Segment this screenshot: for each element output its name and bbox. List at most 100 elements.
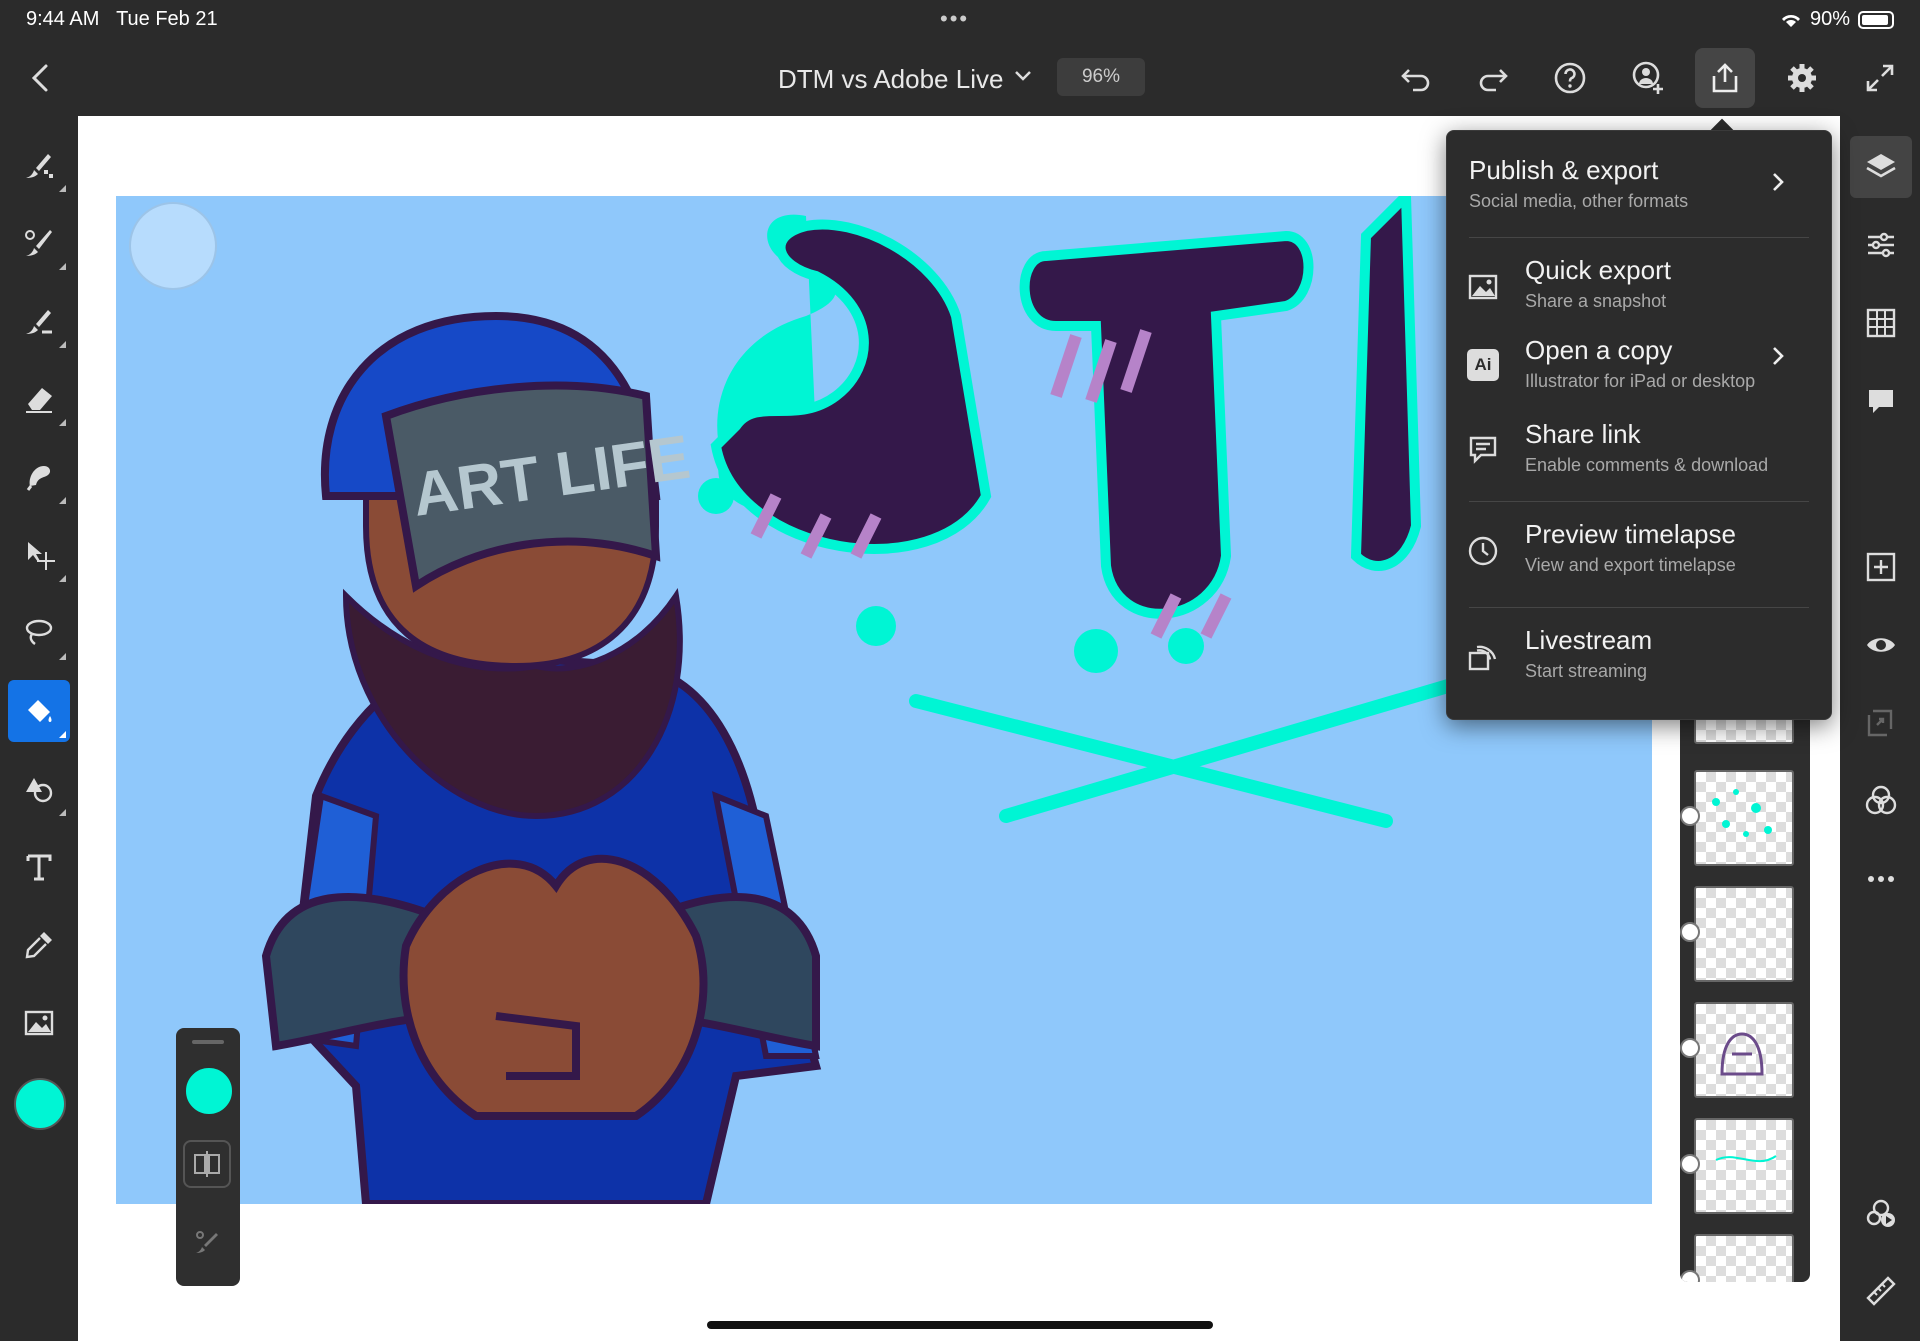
layers-button[interactable] xyxy=(1850,136,1912,198)
battery-icon xyxy=(1858,10,1894,29)
artboard[interactable]: ART LIFE xyxy=(116,196,1652,1204)
layer-preview xyxy=(1715,1155,1777,1163)
eraser-tool[interactable] xyxy=(8,368,70,430)
move-icon xyxy=(28,542,55,570)
add-layer-button[interactable] xyxy=(1850,536,1912,598)
type-tool[interactable] xyxy=(8,836,70,898)
layers-panel xyxy=(1680,700,1810,1282)
learn-icon xyxy=(1866,1199,1895,1227)
live-brush-tool[interactable] xyxy=(8,212,70,274)
menu-item-share-link[interactable]: Share link Enable comments & download xyxy=(1447,419,1831,485)
shapes-icon xyxy=(26,778,53,803)
menu-item-quick-export[interactable]: Quick export Share a snapshot xyxy=(1447,255,1831,321)
vector-brush-icon xyxy=(26,310,52,334)
gear-icon xyxy=(1788,64,1816,92)
compare-button[interactable] xyxy=(183,1140,231,1188)
share-export-button[interactable] xyxy=(1695,48,1755,108)
menu-item-open-a-copy[interactable]: Ai Open a copy Illustrator for iPad or d… xyxy=(1447,335,1831,401)
lasso-icon xyxy=(25,619,53,645)
ruler-icon xyxy=(1866,1276,1896,1306)
clip-icon xyxy=(1867,709,1893,737)
crossed-pencils xyxy=(909,659,1523,828)
layer-thumbnail[interactable] xyxy=(1694,770,1794,866)
fullscreen-button[interactable] xyxy=(1850,48,1910,108)
comment-icon xyxy=(1869,390,1893,413)
touch-shortcut-panel xyxy=(176,1028,240,1286)
layer-thumbnail[interactable] xyxy=(1694,1002,1794,1098)
brush-settings-icon xyxy=(196,1231,218,1253)
redo-icon xyxy=(1479,69,1508,92)
properties-button[interactable] xyxy=(1850,214,1912,276)
undo-button[interactable] xyxy=(1386,48,1446,108)
layer-visibility-radio[interactable] xyxy=(1680,1038,1700,1058)
menu-item-subtitle: Start streaming xyxy=(1525,661,1648,681)
blend-button[interactable] xyxy=(1850,770,1912,832)
menu-item-title: Quick export xyxy=(1525,255,1671,285)
visibility-button[interactable] xyxy=(1850,614,1912,676)
task-rail xyxy=(1840,116,1920,1341)
redo-button[interactable] xyxy=(1463,48,1523,108)
menu-item-title: Livestream xyxy=(1525,625,1653,655)
vector-brush-tool[interactable] xyxy=(8,290,70,352)
chevron-right-icon xyxy=(1773,347,1784,365)
status-time: 9:44 AM Tue Feb 21 xyxy=(26,8,218,30)
menu-item-title: Share link xyxy=(1525,419,1641,449)
menu-item-subtitle: Illustrator for iPad or desktop xyxy=(1525,371,1756,391)
add-layer-icon xyxy=(1866,552,1896,582)
menu-item-preview-timelapse[interactable]: Preview timelapse View and export timela… xyxy=(1447,519,1831,585)
mask-button[interactable] xyxy=(1850,692,1912,754)
layer-thumbnail[interactable] xyxy=(1694,886,1794,982)
layer-visibility-radio[interactable] xyxy=(1680,1154,1700,1174)
image-icon xyxy=(24,1010,54,1036)
eyedropper-tool[interactable] xyxy=(8,914,70,976)
move-tool[interactable] xyxy=(8,524,70,586)
brush-settings-button[interactable] xyxy=(183,1218,231,1266)
livestream-icon xyxy=(1468,645,1497,671)
panel-color-swatch[interactable] xyxy=(184,1066,234,1116)
layer-visibility-radio[interactable] xyxy=(1680,806,1700,826)
export-menu: Publish & export Social media, other for… xyxy=(1446,130,1832,720)
help-button[interactable] xyxy=(1540,48,1600,108)
settings-button[interactable] xyxy=(1772,48,1832,108)
chevron-down-icon[interactable] xyxy=(1012,64,1034,86)
pixel-brush-icon xyxy=(26,154,53,178)
grid-button[interactable] xyxy=(1850,292,1912,354)
menu-item-title: Publish & export xyxy=(1469,155,1659,185)
compare-icon xyxy=(194,1151,220,1177)
more-icon xyxy=(1868,876,1894,882)
home-indicator[interactable] xyxy=(707,1321,1213,1329)
eyedropper-icon xyxy=(25,932,52,959)
menu-separator xyxy=(1469,607,1809,608)
invite-button[interactable] xyxy=(1618,48,1678,108)
sliders-icon xyxy=(1868,232,1894,258)
blend-circles-icon xyxy=(1865,785,1897,815)
selection-tool[interactable] xyxy=(8,602,70,664)
pixel-brush-tool[interactable] xyxy=(8,134,70,196)
smudge-tool[interactable] xyxy=(8,446,70,508)
current-color-swatch[interactable] xyxy=(14,1078,66,1130)
layer-preview xyxy=(1720,1032,1764,1076)
menu-item-title: Open a copy xyxy=(1525,335,1673,365)
learn-button[interactable] xyxy=(1850,1182,1912,1244)
menu-item-livestream[interactable]: Livestream Start streaming xyxy=(1447,625,1831,691)
place-image-tool[interactable] xyxy=(8,992,70,1054)
layer-thumbnail[interactable] xyxy=(1694,1118,1794,1214)
multitasking-dots-icon[interactable]: ••• xyxy=(940,6,969,32)
layer-visibility-radio[interactable] xyxy=(1680,922,1700,942)
undo-icon xyxy=(1401,69,1430,92)
document-title[interactable]: DTM vs Adobe Live xyxy=(778,64,1003,95)
comment-icon xyxy=(1469,436,1497,464)
shape-tool[interactable] xyxy=(8,758,70,820)
back-icon[interactable] xyxy=(26,60,56,96)
artwork-illustration: ART LIFE xyxy=(129,196,1523,1204)
menu-item-publish-export[interactable]: Publish & export Social media, other for… xyxy=(1447,155,1831,225)
more-button[interactable] xyxy=(1850,848,1912,910)
eye-icon xyxy=(1867,638,1895,652)
layer-thumbnail[interactable] xyxy=(1694,1234,1794,1282)
fill-tool[interactable] xyxy=(8,680,70,742)
zoom-level[interactable]: 96% xyxy=(1057,58,1145,96)
comments-button[interactable] xyxy=(1850,370,1912,432)
panel-grabber[interactable] xyxy=(192,1040,224,1044)
ruler-button[interactable] xyxy=(1850,1260,1912,1322)
status-bar: 9:44 AM Tue Feb 21 ••• 90% xyxy=(0,0,1920,40)
